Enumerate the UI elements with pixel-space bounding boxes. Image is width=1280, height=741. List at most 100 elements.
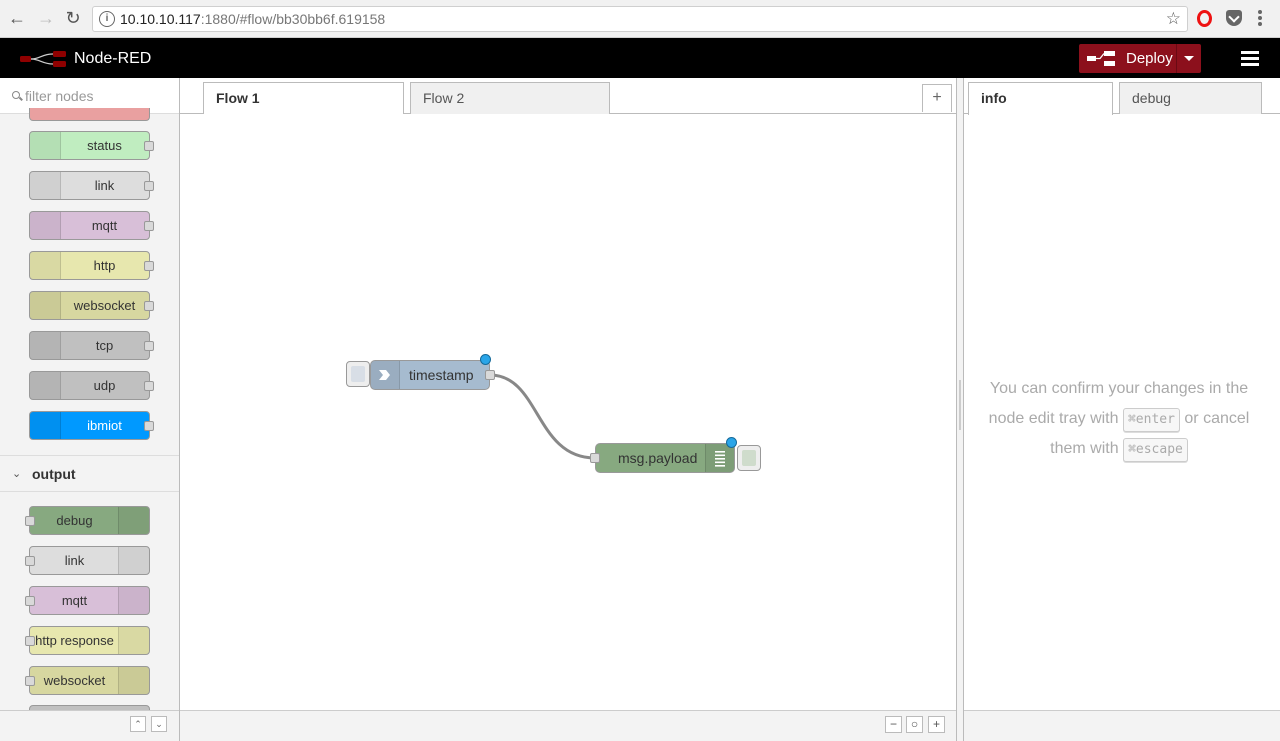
pocket-icon[interactable]	[1226, 10, 1242, 26]
output-port	[144, 381, 154, 391]
arrow-in-icon	[371, 361, 400, 389]
forward-icon[interactable]: →	[35, 7, 57, 29]
url-path: :1880/#flow/bb30bb6f.619158	[200, 11, 386, 27]
browser-menu-icon[interactable]	[1258, 10, 1262, 28]
palette-node-label: link	[64, 553, 85, 568]
palette-node-udp[interactable]: udp	[29, 371, 154, 400]
node-icon	[118, 627, 149, 654]
node-icon	[30, 292, 61, 319]
deploy-dropdown-icon[interactable]	[1176, 44, 1201, 73]
workspace-footer: − ○ +	[180, 710, 956, 741]
node-icon	[30, 412, 61, 439]
main-menu-icon[interactable]	[1241, 51, 1259, 66]
zoom-reset-icon[interactable]: ○	[906, 716, 923, 733]
deploy-button[interactable]: Deploy	[1079, 44, 1201, 73]
browser-toolbar: ← → ↻ i 10.10.10.117:1880/#flow/bb30bb6f…	[0, 0, 1280, 38]
node-red-logo-icon	[20, 51, 66, 67]
key-enter: ⌘enter	[1122, 408, 1180, 432]
tab-flow-2[interactable]: Flow 2	[410, 82, 610, 114]
output-port	[144, 421, 154, 431]
palette-node-http[interactable]: http	[29, 251, 154, 280]
collapse-all-icon[interactable]: ⌃	[130, 716, 146, 732]
sidebar: info debug You can confirm your changes …	[964, 78, 1280, 741]
node-icon	[30, 132, 61, 159]
node-icon	[30, 252, 61, 279]
palette-node-debug[interactable]: debug	[25, 506, 150, 535]
debug-node-label: msg.payload	[618, 450, 698, 466]
back-icon[interactable]: ←	[6, 7, 28, 29]
output-port	[144, 141, 154, 151]
palette-node-websocket[interactable]: websocket	[29, 291, 154, 320]
app-header: Node-RED Deploy	[0, 38, 1280, 78]
input-port[interactable]	[590, 453, 600, 463]
expand-all-icon[interactable]: ⌄	[151, 716, 167, 732]
palette-node-label: udp	[93, 378, 116, 393]
inject-trigger-button[interactable]	[346, 361, 370, 387]
palette-node-label: websocket	[43, 673, 106, 688]
reload-icon[interactable]: ↻	[62, 7, 84, 29]
flow-canvas[interactable]: timestamp msg.payload	[180, 114, 956, 710]
output-port	[144, 261, 154, 271]
node-icon	[30, 172, 61, 199]
info-icon[interactable]: i	[99, 11, 115, 27]
category-output-header[interactable]: ⌄ output	[0, 455, 179, 492]
sidebar-tabs: info debug	[964, 78, 1280, 115]
output-port	[144, 181, 154, 191]
deploy-label: Deploy	[1126, 50, 1173, 67]
palette-node-label: link	[94, 178, 115, 193]
palette-node-label: debug	[56, 513, 93, 528]
bookmark-star-icon[interactable]: ☆	[1166, 9, 1181, 29]
node-palette: statuslinkmqtthttpwebsockettcpudpibmiot …	[0, 78, 180, 741]
node-icon	[30, 372, 61, 399]
palette-node-mqtt[interactable]: mqtt	[25, 586, 150, 615]
inject-node[interactable]: timestamp	[370, 360, 495, 390]
palette-node-status[interactable]: status	[29, 131, 154, 160]
debug-toggle-button[interactable]	[737, 445, 761, 471]
address-bar[interactable]: i 10.10.10.117:1880/#flow/bb30bb6f.61915…	[92, 6, 1188, 32]
palette-node-link[interactable]: link	[29, 171, 154, 200]
zoom-out-icon[interactable]: −	[885, 716, 902, 733]
sidebar-splitter[interactable]	[956, 78, 964, 741]
list-icon	[705, 444, 734, 472]
palette-node-tcp[interactable]: tcp	[29, 331, 154, 360]
palette-node-label: mqtt	[91, 218, 118, 233]
sidebar-help-text: You can confirm your changes in the node…	[988, 374, 1250, 464]
palette-node-link[interactable]: link	[25, 546, 150, 575]
category-label: output	[32, 466, 76, 482]
palette-node-label: websocket	[73, 298, 136, 313]
changed-badge	[726, 437, 737, 448]
url-text[interactable]: 10.10.10.117:1880/#flow/bb30bb6f.619158	[120, 11, 385, 27]
palette-node-websocket[interactable]: websocket	[25, 666, 150, 695]
palette-node-mqtt[interactable]: mqtt	[29, 211, 154, 240]
input-port	[25, 636, 35, 646]
add-flow-icon[interactable]: +	[922, 84, 952, 112]
input-port	[25, 596, 35, 606]
input-port	[25, 516, 35, 526]
debug-node[interactable]: msg.payload	[590, 443, 735, 473]
opera-icon[interactable]	[1197, 10, 1212, 27]
url-host: 10.10.10.117	[120, 11, 201, 27]
output-port	[144, 341, 154, 351]
palette-node-ibmiot[interactable]: ibmiot	[29, 411, 154, 440]
palette-node-partial[interactable]	[29, 108, 150, 121]
palette-node-label: http	[93, 258, 116, 273]
palette-footer: ⌃ ⌄	[0, 710, 179, 741]
app-title: Node-RED	[74, 50, 152, 67]
tab-flow-1[interactable]: Flow 1	[203, 82, 404, 115]
node-icon	[118, 507, 149, 534]
deploy-icon	[1087, 51, 1115, 66]
wire	[489, 373, 596, 460]
node-icon	[30, 332, 61, 359]
filter-nodes-input[interactable]	[25, 86, 170, 106]
zoom-in-icon[interactable]: +	[928, 716, 945, 733]
input-port	[25, 556, 35, 566]
tab-info[interactable]: info	[968, 82, 1113, 115]
tab-debug[interactable]: debug	[1119, 82, 1262, 114]
output-port	[144, 301, 154, 311]
chevron-down-icon: ⌄	[12, 468, 22, 480]
palette-node-http-response[interactable]: http response	[25, 626, 150, 655]
output-port[interactable]	[485, 370, 495, 380]
input-port	[25, 676, 35, 686]
output-port	[144, 221, 154, 231]
key-escape: ⌘escape	[1123, 438, 1188, 462]
